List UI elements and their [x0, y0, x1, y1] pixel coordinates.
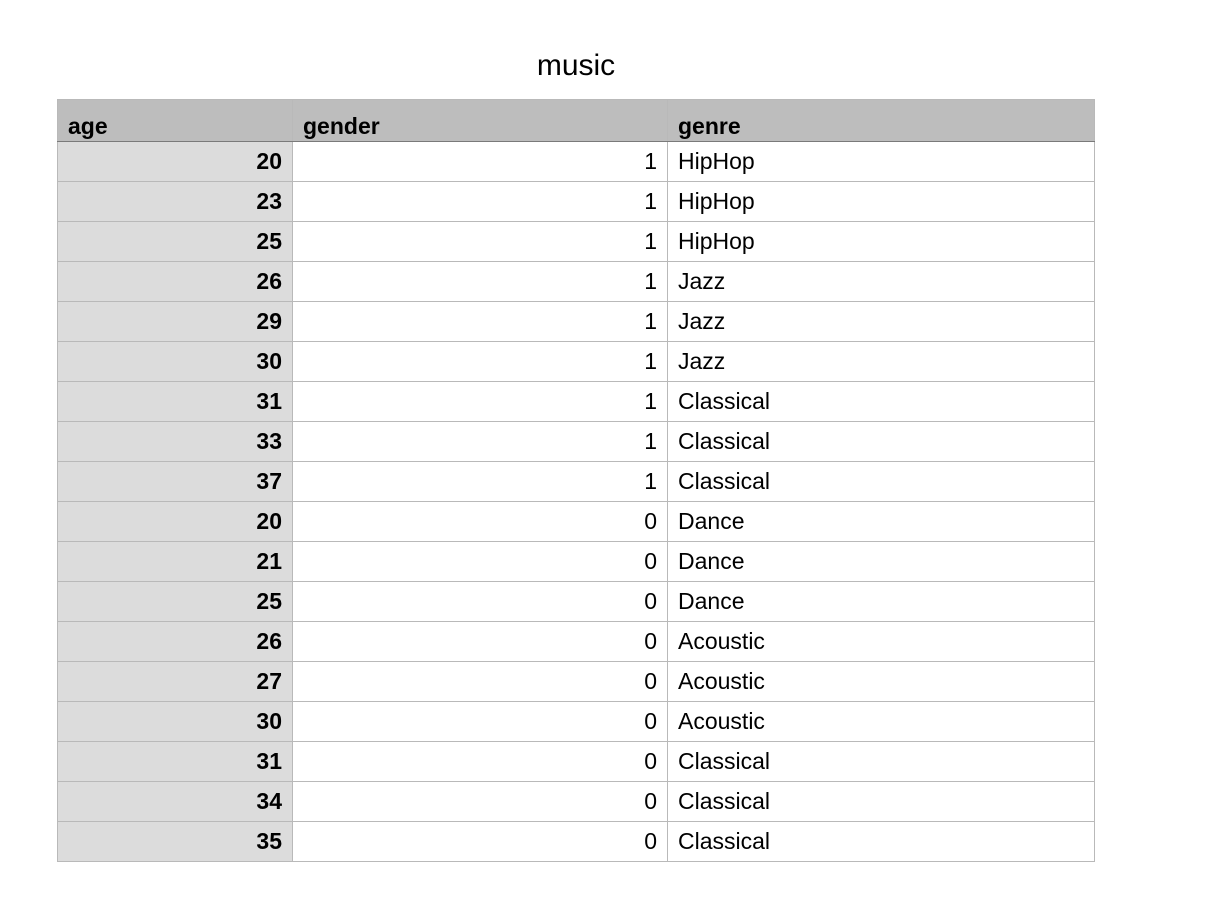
- header-row: age gender genre: [57, 99, 1095, 142]
- genre-cell[interactable]: Classical: [667, 781, 1095, 822]
- gender-cell[interactable]: 1: [292, 341, 668, 382]
- genre-cell[interactable]: Classical: [667, 741, 1095, 782]
- table-row: 37 1 Classical: [57, 461, 1095, 502]
- genre-cell[interactable]: Classical: [667, 461, 1095, 502]
- genre-cell[interactable]: Dance: [667, 581, 1095, 622]
- sheet-title: music: [536, 49, 616, 82]
- gender-cell[interactable]: 0: [292, 741, 668, 782]
- genre-cell[interactable]: Classical: [667, 381, 1095, 422]
- table-row: 31 1 Classical: [57, 381, 1095, 422]
- gender-cell[interactable]: 1: [292, 261, 668, 302]
- table-row: 26 1 Jazz: [57, 261, 1095, 302]
- table-row: 23 1 HipHop: [57, 181, 1095, 222]
- gender-cell[interactable]: 0: [292, 541, 668, 582]
- genre-cell[interactable]: Acoustic: [667, 661, 1095, 702]
- table-row: 26 0 Acoustic: [57, 621, 1095, 662]
- table-row: 29 1 Jazz: [57, 301, 1095, 342]
- gender-cell[interactable]: 0: [292, 501, 668, 542]
- table-row: 21 0 Dance: [57, 541, 1095, 582]
- age-cell[interactable]: 25: [57, 581, 293, 622]
- gender-cell[interactable]: 1: [292, 421, 668, 462]
- age-cell[interactable]: 20: [57, 141, 293, 182]
- age-cell[interactable]: 20: [57, 501, 293, 542]
- age-cell[interactable]: 33: [57, 421, 293, 462]
- table-row: 30 0 Acoustic: [57, 701, 1095, 742]
- gender-cell[interactable]: 0: [292, 701, 668, 742]
- gender-cell[interactable]: 1: [292, 301, 668, 342]
- age-cell[interactable]: 30: [57, 701, 293, 742]
- gender-cell[interactable]: 0: [292, 821, 668, 862]
- table-row: 25 0 Dance: [57, 581, 1095, 622]
- genre-cell[interactable]: Acoustic: [667, 621, 1095, 662]
- gender-cell[interactable]: 0: [292, 621, 668, 662]
- age-cell[interactable]: 25: [57, 221, 293, 262]
- column-header-gender[interactable]: gender: [292, 99, 668, 142]
- table-row: 31 0 Classical: [57, 741, 1095, 782]
- table-row: 27 0 Acoustic: [57, 661, 1095, 702]
- genre-cell[interactable]: Acoustic: [667, 701, 1095, 742]
- data-table: age gender genre 20 1 HipHop 23 1 HipHop…: [57, 99, 1095, 862]
- age-cell[interactable]: 37: [57, 461, 293, 502]
- gender-cell[interactable]: 1: [292, 221, 668, 262]
- age-cell[interactable]: 21: [57, 541, 293, 582]
- genre-cell[interactable]: Classical: [667, 421, 1095, 462]
- age-cell[interactable]: 29: [57, 301, 293, 342]
- age-cell[interactable]: 23: [57, 181, 293, 222]
- gender-cell[interactable]: 1: [292, 381, 668, 422]
- age-cell[interactable]: 26: [57, 621, 293, 662]
- gender-cell[interactable]: 0: [292, 781, 668, 822]
- genre-cell[interactable]: HipHop: [667, 141, 1095, 182]
- genre-cell[interactable]: Dance: [667, 501, 1095, 542]
- gender-cell[interactable]: 0: [292, 661, 668, 702]
- age-cell[interactable]: 30: [57, 341, 293, 382]
- genre-cell[interactable]: Jazz: [667, 341, 1095, 382]
- age-cell[interactable]: 34: [57, 781, 293, 822]
- gender-cell[interactable]: 1: [292, 141, 668, 182]
- age-cell[interactable]: 26: [57, 261, 293, 302]
- column-header-age[interactable]: age: [57, 99, 293, 142]
- genre-cell[interactable]: Jazz: [667, 301, 1095, 342]
- gender-cell[interactable]: 1: [292, 461, 668, 502]
- genre-cell[interactable]: Jazz: [667, 261, 1095, 302]
- age-cell[interactable]: 35: [57, 821, 293, 862]
- age-cell[interactable]: 27: [57, 661, 293, 702]
- table-row: 20 0 Dance: [57, 501, 1095, 542]
- table-row: 25 1 HipHop: [57, 221, 1095, 262]
- genre-cell[interactable]: HipHop: [667, 181, 1095, 222]
- genre-cell[interactable]: HipHop: [667, 221, 1095, 262]
- age-cell[interactable]: 31: [57, 741, 293, 782]
- table-row: 30 1 Jazz: [57, 341, 1095, 382]
- table-row: 20 1 HipHop: [57, 141, 1095, 182]
- table-row: 33 1 Classical: [57, 421, 1095, 462]
- gender-cell[interactable]: 1: [292, 181, 668, 222]
- column-header-genre[interactable]: genre: [667, 99, 1095, 142]
- gender-cell[interactable]: 0: [292, 581, 668, 622]
- genre-cell[interactable]: Classical: [667, 821, 1095, 862]
- table-row: 35 0 Classical: [57, 821, 1095, 862]
- age-cell[interactable]: 31: [57, 381, 293, 422]
- genre-cell[interactable]: Dance: [667, 541, 1095, 582]
- table-row: 34 0 Classical: [57, 781, 1095, 822]
